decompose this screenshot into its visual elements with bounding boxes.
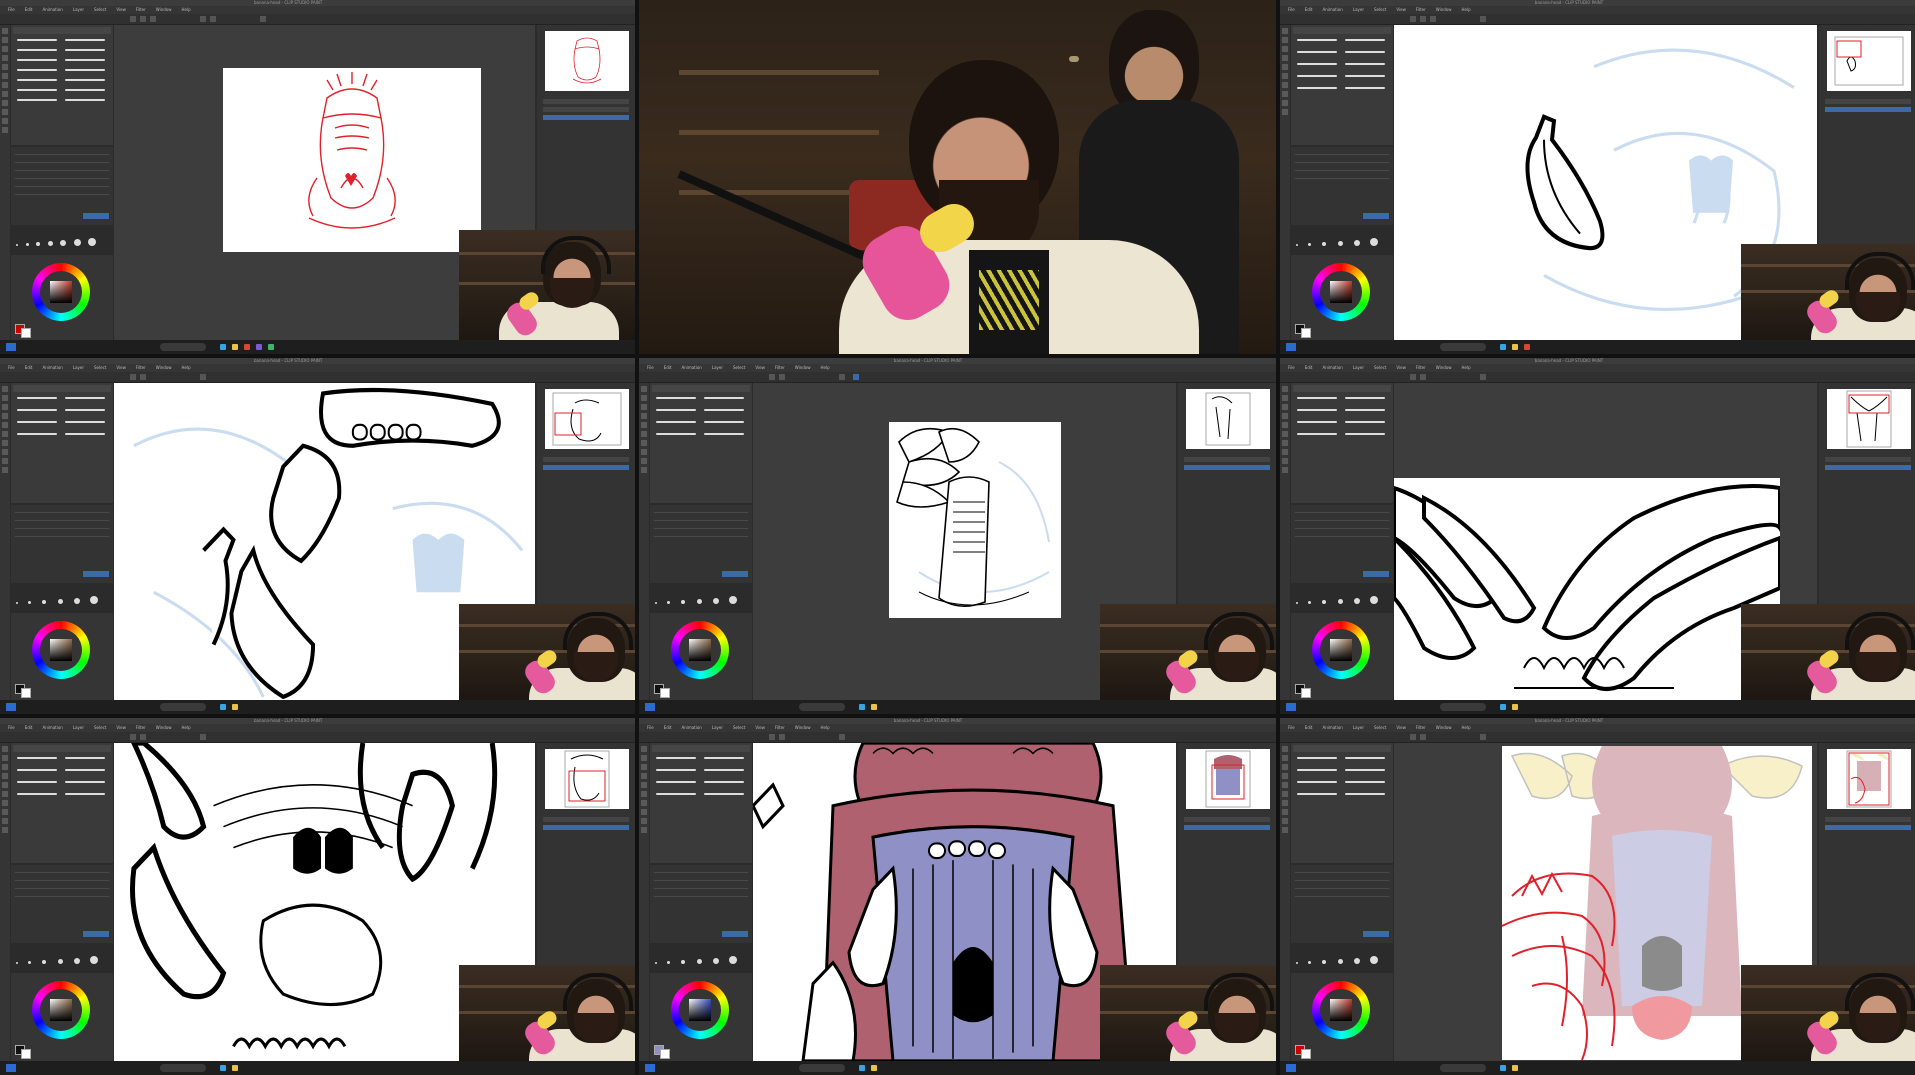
streamer-camera — [639, 0, 1276, 354]
color-wheel[interactable] — [32, 263, 90, 321]
menu-select[interactable]: Select — [94, 6, 106, 14]
drawing-canvas[interactable] — [1394, 478, 1780, 700]
panel-7: banana-head - CLIP STUDIO PAINT File Edit… — [0, 718, 635, 1075]
panel-1: banana-head - CLIP STUDIO PAINT File Edi… — [0, 0, 635, 354]
menu-file[interactable]: File — [8, 6, 15, 14]
timelapse-grid: banana-head - CLIP STUDIO PAINT File Edi… — [0, 0, 1915, 1075]
tool-strip[interactable] — [0, 25, 10, 340]
search-box[interactable] — [160, 343, 206, 351]
taskbar[interactable] — [0, 340, 635, 354]
menu-filter[interactable]: Filter — [136, 6, 146, 14]
inked-banana — [1525, 114, 1605, 251]
panel-3: banana-head - CLIP STUDIO PAINT File Edit… — [1280, 0, 1915, 354]
webcam-overlay — [459, 965, 635, 1061]
panel-2 — [639, 0, 1276, 354]
drawing-canvas[interactable] — [223, 68, 481, 252]
webcam-overlay — [1741, 244, 1915, 340]
brush-panel[interactable] — [11, 25, 113, 145]
color-wheel-panel[interactable] — [11, 255, 113, 340]
menu-bar[interactable]: File Edit Animation Layer Select View Fi… — [0, 6, 635, 14]
webcam-overlay — [1100, 965, 1276, 1061]
panel-5: banana-head - CLIP STUDIO PAINT File Edit… — [639, 358, 1276, 714]
panel-8: banana-head - CLIP STUDIO PAINT File Edit… — [639, 718, 1276, 1075]
start-icon[interactable] — [6, 343, 16, 351]
webcam-overlay — [459, 230, 635, 340]
webcam-overlay — [459, 604, 635, 700]
menu-animation[interactable]: Animation — [42, 6, 62, 14]
panel-4: banana-head - CLIP STUDIO PAINT File Edit… — [0, 358, 635, 714]
command-bar[interactable] — [0, 14, 635, 25]
sub-color-swatch[interactable] — [21, 328, 31, 338]
brush-size-dots[interactable] — [14, 232, 110, 248]
red-sketch — [308, 72, 396, 229]
webcam-overlay — [1100, 604, 1276, 700]
menu-edit[interactable]: Edit — [25, 6, 33, 14]
drawing-canvas[interactable] — [889, 422, 1061, 618]
webcam-overlay — [1741, 965, 1915, 1061]
menu-window[interactable]: Window — [156, 6, 172, 14]
menu-layer[interactable]: Layer — [73, 6, 84, 14]
menu-help[interactable]: Help — [182, 6, 191, 14]
panel-6: banana-head - CLIP STUDIO PAINT File Edit… — [1280, 358, 1915, 714]
tool-property-panel[interactable] — [11, 147, 113, 225]
webcam-overlay — [1741, 604, 1915, 700]
navigator-preview[interactable] — [545, 31, 629, 91]
panel-9: banana-head - CLIP STUDIO PAINT File Edit… — [1280, 718, 1915, 1075]
menu-view[interactable]: View — [116, 6, 126, 14]
